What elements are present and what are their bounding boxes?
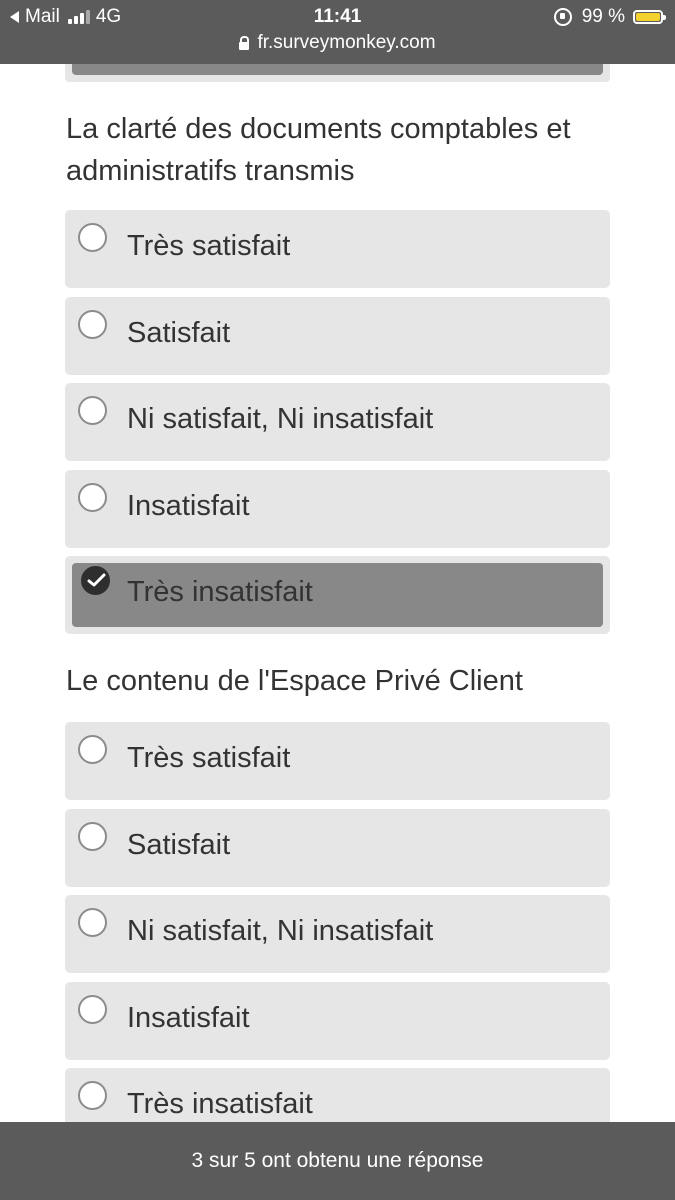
radio-button[interactable]: [78, 822, 107, 851]
option-tres-satisfait[interactable]: Très satisfait: [65, 210, 610, 288]
status-right: 99 %: [553, 6, 666, 28]
option-label: Très insatisfait: [127, 576, 313, 608]
radio-button[interactable]: [78, 223, 107, 252]
progress-text: 3 sur 5 ont obtenu une réponse: [191, 1149, 484, 1172]
battery-percent: 99 %: [581, 6, 625, 27]
option-label: Satisfait: [127, 317, 231, 349]
option-label: Très satisfait: [127, 230, 291, 262]
url-text[interactable]: fr.surveymonkey.com: [257, 32, 435, 54]
radio-checked[interactable]: [81, 566, 110, 595]
radio-button[interactable]: [78, 995, 107, 1024]
battery-icon: [633, 10, 666, 24]
browser-top-bar: Mail 4G 11:41 99 % fr.surveymonkey.com: [0, 0, 675, 64]
option-label: Insatisfait: [127, 490, 250, 522]
progress-footer: 3 sur 5 ont obtenu une réponse: [0, 1122, 675, 1200]
option-label: Satisfait: [127, 829, 231, 861]
checkmark-icon: [87, 573, 106, 587]
option-label: Très satisfait: [127, 742, 291, 774]
option-insatisfait[interactable]: Insatisfait: [65, 982, 610, 1060]
question-title: Le contenu de l'Espace Privé Client: [66, 665, 523, 697]
option-label: Ni satisfait, Ni insatisfait: [127, 403, 434, 435]
radio-button[interactable]: [78, 908, 107, 937]
radio-button[interactable]: [78, 1081, 107, 1110]
option-satisfait[interactable]: Satisfait: [65, 809, 610, 887]
option-label: Insatisfait: [127, 1002, 250, 1034]
url-bar[interactable]: fr.surveymonkey.com: [0, 32, 675, 54]
lock-icon: [239, 36, 250, 50]
radio-button[interactable]: [78, 310, 107, 339]
radio-button[interactable]: [78, 483, 107, 512]
option-ni-satisfait-ni-insatisfait[interactable]: Ni satisfait, Ni insatisfait: [65, 383, 610, 461]
radio-button[interactable]: [78, 396, 107, 425]
option-tres-insatisfait-selected[interactable]: Très insatisfait: [65, 556, 610, 634]
option-satisfait[interactable]: Satisfait: [65, 297, 610, 375]
option-label: Très insatisfait: [127, 1088, 313, 1120]
option-label: Ni satisfait, Ni insatisfait: [127, 915, 434, 947]
radio-button[interactable]: [78, 735, 107, 764]
question-title: La clarté des documents comptables et ad…: [66, 113, 571, 187]
option-insatisfait[interactable]: Insatisfait: [65, 470, 610, 548]
option-ni-satisfait-ni-insatisfait[interactable]: Ni satisfait, Ni insatisfait: [65, 895, 610, 973]
option-tres-satisfait[interactable]: Très satisfait: [65, 722, 610, 800]
orientation-lock-icon: [553, 8, 572, 26]
